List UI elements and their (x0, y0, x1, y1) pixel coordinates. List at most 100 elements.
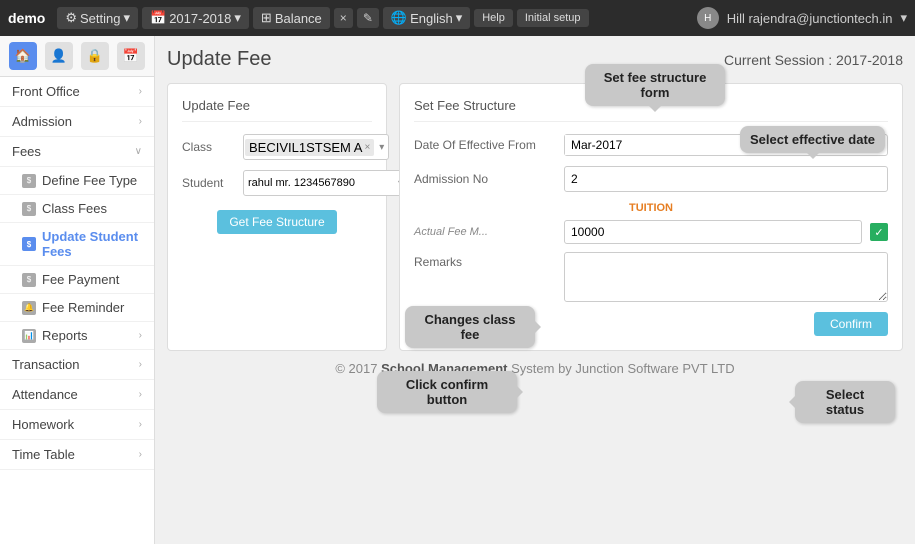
page-title: Update Fee (167, 48, 272, 71)
fee-type-icon: $ (22, 174, 36, 188)
class-select[interactable]: BECIVIL1STSEM A × ▾ (243, 134, 389, 160)
sidebar-item-transaction[interactable]: Transaction › (0, 350, 154, 380)
reports-icon: 📊 (22, 329, 36, 343)
initial-setup-button[interactable]: Initial setup (517, 9, 589, 27)
date-label: Date Of Effective From (414, 138, 564, 152)
balance-button[interactable]: ⊞ Balance (253, 7, 330, 29)
get-fee-structure-button[interactable]: Get Fee Structure (217, 210, 336, 234)
sidebar-sub-label: Reports (42, 328, 88, 343)
fee-payment-icon: $ (22, 273, 36, 287)
chevron-down-icon: ▾ (456, 10, 463, 26)
fee-reminder-icon: 🔔 (22, 301, 36, 315)
session-button[interactable]: 📅 2017-2018 ▾ (142, 7, 249, 29)
sidebar-sub-fee-payment[interactable]: $ Fee Payment (0, 266, 154, 294)
date-input[interactable] (565, 135, 859, 155)
globe-icon: 🌐 (391, 10, 407, 26)
user-info: H Hill rajendra@junctiontech.in ▾ (697, 7, 907, 29)
update-fees-icon: $ (22, 237, 36, 251)
sidebar-sub-label: Define Fee Type (42, 173, 137, 188)
sidebar-item-label: Homework (12, 417, 74, 432)
set-fee-card: Set Fee Structure Date Of Effective From… (399, 83, 903, 351)
callout-confirm-button: Click confirm button (377, 371, 517, 413)
footer: © 2017 School Management System by Junct… (167, 361, 903, 376)
home-icon[interactable]: 🏠 (9, 42, 37, 70)
sidebar-item-attendance[interactable]: Attendance › (0, 380, 154, 410)
set-fee-card-title: Set Fee Structure (414, 98, 888, 122)
sidebar-item-label: Front Office (12, 84, 80, 99)
navbar: demo ⚙ Setting ▾ 📅 2017-2018 ▾ ⊞ Balance… (0, 0, 915, 36)
tuition-actual-label: Actual Fee M... (414, 226, 564, 238)
remarks-row: Remarks (414, 252, 888, 302)
sidebar-icons-row: 🏠 👤 🔒 📅 (0, 36, 154, 77)
close-icon-button[interactable]: × (334, 8, 353, 28)
help-button[interactable]: Help (474, 9, 513, 27)
cards-row: Update Fee Class BECIVIL1STSEM A × ▾ Stu… (167, 83, 903, 351)
lock-icon[interactable]: 🔒 (81, 42, 109, 70)
admission-field-row: Admission No (414, 166, 888, 192)
admission-input[interactable] (564, 166, 888, 192)
tuition-input[interactable] (564, 220, 862, 244)
sidebar-sub-reports[interactable]: 📊 Reports › (0, 322, 154, 350)
student-input[interactable] (244, 175, 394, 191)
calendar-icon[interactable]: 📅 (117, 42, 145, 70)
setting-button[interactable]: ⚙ Setting ▾ (57, 7, 138, 29)
balance-icon: ⊞ (261, 10, 272, 26)
sidebar: 🏠 👤 🔒 📅 Front Office › Admission › Fees … (0, 36, 155, 544)
sidebar-item-fees[interactable]: Fees ∨ (0, 137, 154, 167)
class-tag: BECIVIL1STSEM A × (245, 139, 374, 156)
sidebar-sub-label: Update Student Fees (42, 229, 142, 259)
setting-icon: ⚙ (65, 10, 77, 26)
footer-text: © 2017 School Management System by Junct… (335, 361, 734, 376)
class-tag-text: BECIVIL1STSEM A (249, 140, 362, 155)
language-button[interactable]: 🌐 English ▾ (383, 7, 470, 29)
sidebar-item-time-table[interactable]: Time Table › (0, 440, 154, 470)
admission-label: Admission No (414, 172, 564, 186)
remarks-textarea[interactable] (564, 252, 888, 302)
class-field-row: Class BECIVIL1STSEM A × ▾ (182, 134, 372, 160)
student-label: Student (182, 176, 237, 190)
chevron-down-icon: ▾ (900, 10, 907, 26)
session-info: Current Session : 2017-2018 (724, 52, 903, 68)
callout-label: Click confirm button (406, 377, 488, 407)
chevron-right-icon: › (139, 86, 142, 97)
main-content: Update Fee Current Session : 2017-2018 U… (155, 36, 915, 544)
confirm-button[interactable]: Confirm (814, 312, 888, 336)
date-input-wrap[interactable]: 📅 (564, 134, 888, 156)
sidebar-item-label: Admission (12, 114, 72, 129)
tuition-header: TUITION (414, 202, 888, 214)
student-field-row: Student ▾ (182, 170, 372, 196)
sidebar-item-front-office[interactable]: Front Office › (0, 77, 154, 107)
sidebar-item-homework[interactable]: Homework › (0, 410, 154, 440)
class-tag-close[interactable]: × (364, 142, 370, 153)
remarks-label: Remarks (414, 252, 564, 269)
sidebar-sub-fee-reminder[interactable]: 🔔 Fee Reminder (0, 294, 154, 322)
sidebar-item-admission[interactable]: Admission › (0, 107, 154, 137)
chevron-right-icon: › (139, 359, 142, 370)
get-fee-btn-wrapper: Get Fee Structure (182, 206, 372, 234)
date-field-row: Date Of Effective From 📅 (414, 134, 888, 156)
calendar-icon: 📅 (150, 10, 166, 26)
chevron-down-icon: ∨ (135, 146, 142, 157)
sidebar-sub-update-student-fees[interactable]: $ Update Student Fees ◄ (0, 223, 154, 266)
sidebar-sub-label: Class Fees (42, 201, 107, 216)
tuition-amount-row: Actual Fee M... ✓ (414, 220, 888, 244)
status-checkbox[interactable]: ✓ (870, 223, 888, 241)
update-fee-card-title: Update Fee (182, 98, 372, 122)
page-header: Update Fee Current Session : 2017-2018 (167, 48, 903, 71)
student-select[interactable]: ▾ (243, 170, 408, 196)
sidebar-item-label: Transaction (12, 357, 79, 372)
sidebar-sub-label: Fee Reminder (42, 300, 124, 315)
chevron-down-icon[interactable]: ▾ (375, 142, 388, 153)
avatar: H (697, 7, 719, 29)
calendar-icon[interactable]: 📅 (859, 137, 887, 153)
user-icon[interactable]: 👤 (45, 42, 73, 70)
sidebar-item-label: Fees (12, 144, 41, 159)
edit-icon-button[interactable]: ✎ (357, 8, 379, 28)
sidebar-sub-class-fees[interactable]: $ Class Fees (0, 195, 154, 223)
callout-label: Select status (826, 387, 864, 417)
update-fee-card: Update Fee Class BECIVIL1STSEM A × ▾ Stu… (167, 83, 387, 351)
app-brand: demo (8, 10, 45, 26)
chevron-right-icon: › (139, 389, 142, 400)
sidebar-sub-define-fee-type[interactable]: $ Define Fee Type (0, 167, 154, 195)
sidebar-item-label: Attendance (12, 387, 78, 402)
